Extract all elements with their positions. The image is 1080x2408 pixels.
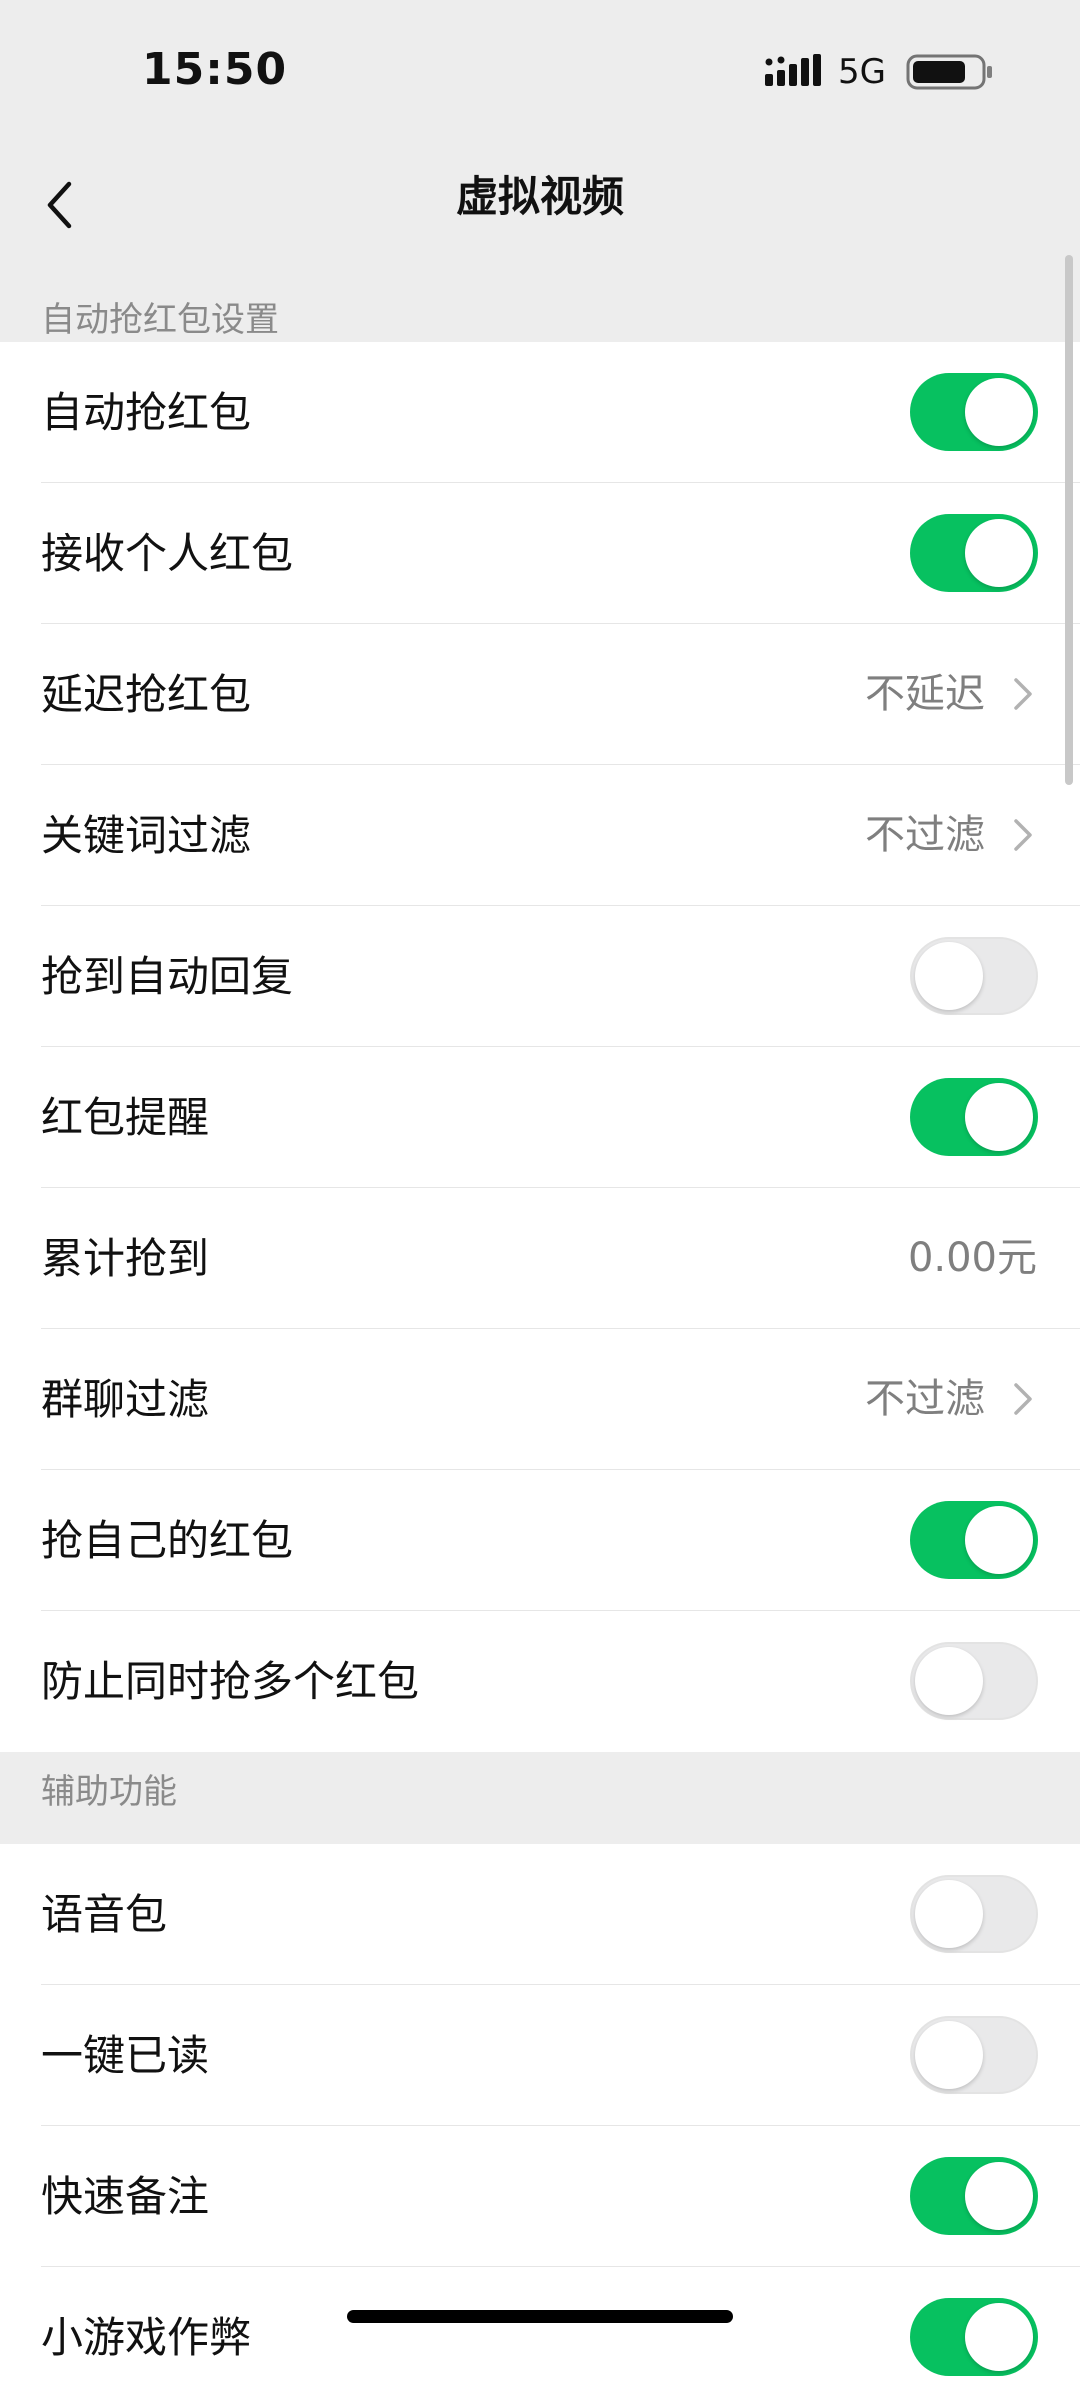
toggle-switch[interactable] (910, 1078, 1038, 1156)
row-value: 0.00元 (907, 1235, 1037, 1281)
row-label: 红包提醒 (41, 1093, 210, 1142)
toggle-switch[interactable] (910, 2298, 1038, 2376)
page-title: 虚拟视频 (455, 172, 624, 221)
row-label: 累计抢到 (41, 1234, 210, 1283)
settings-row[interactable]: 快速备注 (0, 2126, 1080, 2267)
toggle-switch[interactable] (910, 1875, 1038, 1953)
settings-row[interactable]: 小游戏作弊 (0, 2267, 1080, 2408)
row-label: 快速备注 (41, 2172, 210, 2221)
toggle-knob (915, 1647, 983, 1715)
row-label: 关键词过滤 (41, 811, 252, 860)
status-bar: 15:50 5G (0, 0, 1080, 150)
settings-row[interactable]: 语音包 (0, 1844, 1080, 1985)
settings-row[interactable]: 自动抢红包 (0, 342, 1080, 483)
toggle-knob (965, 2162, 1033, 2230)
row-value: 不延迟 (865, 671, 985, 717)
section-header: 辅助功能 (0, 1752, 1080, 1816)
toggle-switch[interactable] (910, 937, 1038, 1015)
settings-row[interactable]: 红包提醒 (0, 1047, 1080, 1188)
home-indicator[interactable] (347, 2310, 733, 2323)
battery-icon (906, 54, 992, 90)
row-label: 语音包 (41, 1890, 168, 1939)
toggle-switch[interactable] (910, 514, 1038, 592)
row-label: 群聊过滤 (41, 1375, 210, 1424)
toggle-knob (965, 378, 1033, 446)
chevron-right-icon (1014, 678, 1032, 710)
toggle-switch[interactable] (910, 373, 1038, 451)
row-label: 一键已读 (41, 2031, 210, 2080)
chevron-right-icon (1014, 819, 1032, 851)
settings-row[interactable]: 接收个人红包 (0, 483, 1080, 624)
toggle-knob (965, 519, 1033, 587)
settings-row[interactable]: 一键已读 (0, 1985, 1080, 2126)
settings-row[interactable]: 防止同时抢多个红包 (0, 1611, 1080, 1752)
signal-icon (765, 54, 821, 86)
row-value: 不过滤 (865, 1376, 985, 1422)
toggle-knob (915, 942, 983, 1010)
scroll-indicator[interactable] (1065, 255, 1073, 785)
row-label: 防止同时抢多个红包 (41, 1657, 420, 1706)
settings-row[interactable]: 群聊过滤 不过滤 (0, 1329, 1080, 1470)
toggle-knob (915, 1880, 983, 1948)
toggle-switch[interactable] (910, 2016, 1038, 2094)
toggle-switch[interactable] (910, 2157, 1038, 2235)
row-label: 延迟抢红包 (41, 670, 252, 719)
toggle-knob (965, 2303, 1033, 2371)
row-label: 抢到自动回复 (41, 952, 294, 1001)
nav-bar: 虚拟视频 (0, 150, 1080, 280)
settings-row[interactable]: 关键词过滤 不过滤 (0, 765, 1080, 906)
section-header-label: 自动抢红包设置 (41, 300, 279, 340)
chevron-right-icon (1014, 1383, 1032, 1415)
row-label: 抢自己的红包 (41, 1516, 294, 1565)
row-label: 小游戏作弊 (41, 2313, 252, 2362)
toggle-switch[interactable] (910, 1642, 1038, 1720)
row-value: 不过滤 (865, 812, 985, 858)
section-header-label: 辅助功能 (41, 1772, 177, 1812)
toggle-knob (915, 2021, 983, 2089)
status-time: 15:50 (142, 44, 288, 95)
section-header: 自动抢红包设置 (0, 280, 1080, 344)
toggle-knob (965, 1506, 1033, 1574)
network-type: 5G (838, 52, 886, 92)
settings-row[interactable]: 抢到自动回复 (0, 906, 1080, 1047)
settings-row[interactable]: 抢自己的红包 (0, 1470, 1080, 1611)
row-label: 接收个人红包 (41, 529, 294, 578)
settings-row: 累计抢到 0.00元 (0, 1188, 1080, 1329)
settings-row[interactable]: 延迟抢红包 不延迟 (0, 624, 1080, 765)
settings-group: 自动抢红包 接收个人红包 延迟抢红包 不延迟 关键词过滤 不过滤 抢到自动回复 红包提醒 累计抢… (0, 342, 1080, 1752)
toggle-switch[interactable] (910, 1501, 1038, 1579)
row-label: 自动抢红包 (41, 388, 252, 437)
settings-group: 语音包一键已读快速备注小游戏作弊 (0, 1844, 1080, 2408)
toggle-knob (965, 1083, 1033, 1151)
